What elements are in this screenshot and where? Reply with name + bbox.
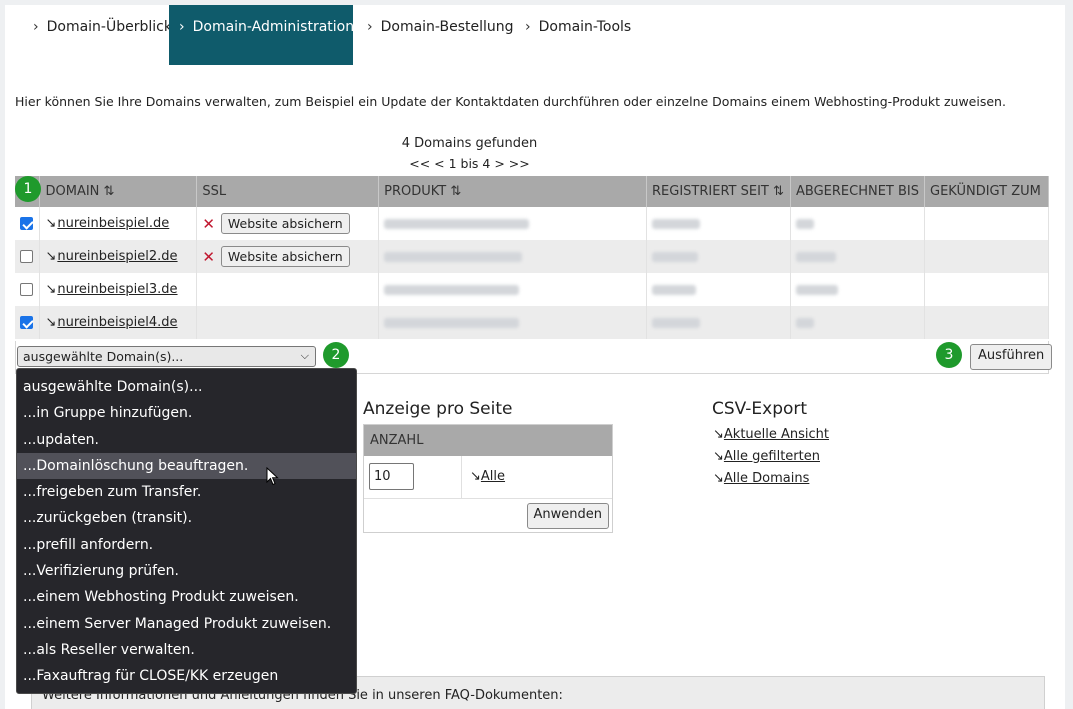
redacted-product bbox=[384, 251, 523, 262]
redacted-product bbox=[384, 284, 520, 295]
dropdown-option[interactable]: ...Verifizierung prüfen. bbox=[17, 558, 356, 584]
link-arrow-icon: ↘ bbox=[45, 282, 57, 297]
page: › Domain-Überblick › Domain-Administration… bbox=[5, 5, 1065, 709]
table-row: ↘nureinbeispiel2.de ✕ Website absichern bbox=[15, 240, 1049, 273]
csv-export-title: CSV-Export bbox=[712, 399, 808, 419]
redacted-date bbox=[796, 251, 836, 262]
tab-domain-administration[interactable]: › Domain-Administration bbox=[169, 5, 354, 65]
dropdown-option[interactable]: ...updaten. bbox=[17, 427, 356, 453]
csv-current-view-link[interactable]: ↘Aktuelle Ansicht bbox=[713, 427, 829, 442]
header-registered[interactable]: REGISTRIERT SEIT ⇅ bbox=[646, 176, 791, 207]
intro-text: Hier können Sie Ihre Domains verwalten, … bbox=[15, 94, 1006, 109]
per-page-input[interactable]: 10 bbox=[369, 463, 414, 490]
row-checkbox[interactable] bbox=[20, 250, 33, 263]
row-checkbox[interactable] bbox=[20, 283, 33, 296]
redacted-date bbox=[652, 317, 701, 328]
domain-link[interactable]: nureinbeispiel2.de bbox=[57, 249, 177, 264]
link-arrow-icon: ↘ bbox=[45, 216, 57, 231]
dropdown-option[interactable]: ausgewählte Domain(s)... bbox=[17, 374, 356, 400]
dropdown-option[interactable]: ...zurückgeben (transit). bbox=[17, 505, 356, 531]
header-domain[interactable]: DOMAIN ⇅ bbox=[39, 176, 198, 207]
redacted-date bbox=[796, 218, 814, 229]
per-page-all-link[interactable]: ↘Alle bbox=[470, 469, 505, 484]
csv-filtered-link[interactable]: ↘Alle gefilterten bbox=[713, 449, 820, 464]
domains-table: DOMAIN ⇅ SSL PRODUKT ⇅ REGISTRIERT SEIT … bbox=[15, 176, 1049, 339]
step-badge-2: 2 bbox=[323, 342, 349, 368]
tab-bar: › Domain-Überblick › Domain-Administration… bbox=[5, 5, 1065, 65]
mouse-cursor-icon bbox=[266, 467, 279, 486]
row-checkbox[interactable] bbox=[20, 316, 33, 329]
redacted-product bbox=[384, 317, 520, 328]
redacted-product bbox=[384, 218, 530, 229]
table-header-row: DOMAIN ⇅ SSL PRODUKT ⇅ REGISTRIERT SEIT … bbox=[15, 176, 1049, 207]
run-button[interactable]: Ausführen bbox=[970, 344, 1053, 370]
chevron-down-icon: ⌵ bbox=[300, 349, 309, 362]
row-checkbox[interactable] bbox=[20, 217, 33, 230]
csv-all-domains-link[interactable]: ↘Alle Domains bbox=[713, 471, 809, 486]
pagination[interactable]: << < 1 bis 4 > >> bbox=[5, 156, 934, 171]
tab-domain-tools[interactable]: › Domain-Tools bbox=[515, 5, 641, 65]
sort-icon: ⇅ bbox=[450, 184, 462, 199]
ssl-missing-icon: ✕ bbox=[202, 214, 215, 233]
sort-icon: ⇅ bbox=[103, 184, 115, 199]
chevron-right-icon: › bbox=[179, 19, 185, 35]
dropdown-option[interactable]: ...Faxauftrag für CLOSE/KK erzeugen bbox=[17, 663, 356, 689]
link-arrow-icon: ↘ bbox=[713, 449, 724, 464]
domain-link[interactable]: nureinbeispiel3.de bbox=[57, 282, 177, 297]
step-badge-3: 3 bbox=[936, 342, 962, 368]
link-arrow-icon: ↘ bbox=[45, 315, 57, 330]
redacted-date bbox=[652, 218, 701, 229]
results-count: 4 Domains gefunden bbox=[401, 136, 538, 151]
per-page-row: 10 ↘Alle bbox=[364, 456, 612, 499]
dropdown-option[interactable]: ...prefill anfordern. bbox=[17, 532, 356, 558]
bulk-action-select[interactable]: ausgewählte Domain(s)... ⌵ bbox=[17, 346, 316, 367]
bulk-action-dropdown: ausgewählte Domain(s)... ...in Gruppe hi… bbox=[16, 368, 357, 694]
apply-button[interactable]: Anwenden bbox=[526, 503, 609, 529]
header-product[interactable]: PRODUKT ⇅ bbox=[378, 176, 648, 207]
dropdown-option-hovered[interactable]: ...Domainlöschung beauftragen. bbox=[17, 452, 356, 480]
domain-link[interactable]: nureinbeispiel.de bbox=[57, 216, 169, 231]
per-page-title: Anzeige pro Seite bbox=[363, 399, 513, 419]
chevron-right-icon: › bbox=[525, 19, 531, 35]
domain-link[interactable]: nureinbeispiel4.de bbox=[57, 315, 177, 330]
chevron-right-icon: › bbox=[367, 19, 373, 35]
redacted-date bbox=[796, 317, 814, 328]
sort-icon: ⇅ bbox=[773, 184, 784, 199]
per-page-header: ANZAHL bbox=[364, 425, 612, 456]
dropdown-option[interactable]: ...einem Server Managed Produkt zuweisen… bbox=[17, 611, 356, 637]
dropdown-option[interactable]: ...in Gruppe hinzufügen. bbox=[17, 400, 356, 426]
table-row: ↘nureinbeispiel4.de bbox=[15, 306, 1049, 339]
tab-domain-overview[interactable]: › Domain-Überblick bbox=[23, 5, 182, 65]
table-row: ↘nureinbeispiel.de ✕ Website absichern bbox=[15, 207, 1049, 240]
table-row: ↘nureinbeispiel3.de bbox=[15, 273, 1049, 306]
redacted-date bbox=[652, 284, 697, 295]
step-badge-1: 1 bbox=[15, 176, 41, 202]
dropdown-option[interactable]: ...als Reseller verwalten. bbox=[17, 637, 356, 663]
dropdown-option[interactable]: ...freigeben zum Transfer. bbox=[17, 479, 356, 505]
secure-website-button[interactable]: Website absichern bbox=[220, 213, 350, 234]
header-cancelled: GEKÜNDIGT ZUM bbox=[924, 176, 1049, 207]
link-arrow-icon: ↘ bbox=[470, 469, 481, 484]
secure-website-button[interactable]: Website absichern bbox=[220, 246, 350, 267]
header-billed: ABGERECHNET BIS bbox=[790, 176, 925, 207]
header-ssl: SSL bbox=[196, 176, 380, 207]
per-page-box: ANZAHL 10 ↘Alle Anwenden bbox=[363, 424, 613, 533]
link-arrow-icon: ↘ bbox=[45, 249, 57, 264]
redacted-date bbox=[652, 251, 699, 262]
link-arrow-icon: ↘ bbox=[713, 471, 724, 486]
redacted-date bbox=[796, 284, 838, 295]
chevron-right-icon: › bbox=[33, 19, 39, 35]
link-arrow-icon: ↘ bbox=[713, 427, 724, 442]
ssl-missing-icon: ✕ bbox=[202, 247, 215, 266]
dropdown-option[interactable]: ...einem Webhosting Produkt zuweisen. bbox=[17, 584, 356, 610]
tab-domain-order[interactable]: › Domain-Bestellung bbox=[357, 5, 524, 65]
